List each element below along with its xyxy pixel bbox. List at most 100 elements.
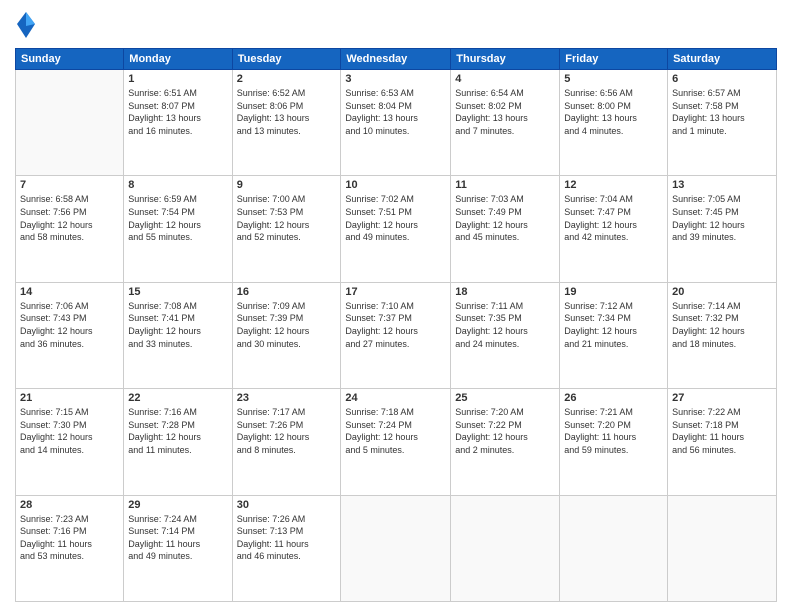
calendar-week-row: 21 Sunrise: 7:15 AMSunset: 7:30 PMDayligh… [16, 389, 777, 495]
day-of-week-header: Tuesday [232, 49, 341, 70]
calendar-cell: 13Sunrise: 7:05 AMSunset: 7:45 PMDayligh… [668, 176, 777, 282]
day-number: 23 [237, 392, 337, 404]
calendar-cell: 20 Sunrise: 7:14 AMSunset: 7:32 PMDayligh… [668, 282, 777, 388]
day-number: 25 [455, 392, 555, 404]
day-info: Sunrise: 7:02 AMSunset: 7:51 PMDaylight:… [345, 193, 446, 243]
calendar-cell: 1Sunrise: 6:51 AMSunset: 8:07 PMDaylight… [124, 70, 232, 176]
calendar-cell: 3 Sunrise: 6:53 AMSunset: 8:04 PMDaylight… [341, 70, 451, 176]
day-number: 9 [237, 179, 337, 191]
day-of-week-header: Sunday [16, 49, 124, 70]
calendar-cell: 15 Sunrise: 7:08 AMSunset: 7:41 PMDayligh… [124, 282, 232, 388]
day-number: 27 [672, 392, 772, 404]
logo [15, 10, 41, 40]
day-number: 6 [672, 73, 772, 85]
calendar-cell [341, 495, 451, 601]
calendar-cell: 4 Sunrise: 6:54 AMSunset: 8:02 PMDaylight… [451, 70, 560, 176]
calendar-cell: 21 Sunrise: 7:15 AMSunset: 7:30 PMDayligh… [16, 389, 124, 495]
calendar-cell: 29 Sunrise: 7:24 AMSunset: 7:14 PMDayligh… [124, 495, 232, 601]
calendar-cell: 22Sunrise: 7:16 AMSunset: 7:28 PMDayligh… [124, 389, 232, 495]
day-info: Sunrise: 6:58 AMSunset: 7:56 PMDaylight:… [20, 193, 119, 243]
day-of-week-header: Thursday [451, 49, 560, 70]
day-info: Sunrise: 6:56 AMSunset: 8:00 PMDaylight:… [564, 87, 663, 137]
calendar-cell: 26Sunrise: 7:21 AMSunset: 7:20 PMDayligh… [560, 389, 668, 495]
day-number: 8 [128, 179, 227, 191]
day-of-week-header: Wednesday [341, 49, 451, 70]
calendar-cell: 18 Sunrise: 7:11 AMSunset: 7:35 PMDayligh… [451, 282, 560, 388]
day-info: Sunrise: 7:12 AMSunset: 7:34 PMDaylight:… [564, 300, 663, 350]
day-number: 17 [345, 286, 446, 298]
day-info: Sunrise: 6:57 AMSunset: 7:58 PMDaylight:… [672, 87, 772, 137]
day-info: Sunrise: 7:03 AMSunset: 7:49 PMDaylight:… [455, 193, 555, 243]
calendar-cell: 25 Sunrise: 7:20 AMSunset: 7:22 PMDayligh… [451, 389, 560, 495]
calendar-cell: 11Sunrise: 7:03 AMSunset: 7:49 PMDayligh… [451, 176, 560, 282]
calendar-cell: 5 Sunrise: 6:56 AMSunset: 8:00 PMDaylight… [560, 70, 668, 176]
calendar-week-row: 7 Sunrise: 6:58 AMSunset: 7:56 PMDaylight… [16, 176, 777, 282]
day-info: Sunrise: 6:52 AMSunset: 8:06 PMDaylight:… [237, 87, 337, 137]
calendar-cell: 10 Sunrise: 7:02 AMSunset: 7:51 PMDayligh… [341, 176, 451, 282]
day-of-week-header: Saturday [668, 49, 777, 70]
day-number: 10 [345, 179, 446, 191]
day-info: Sunrise: 7:04 AMSunset: 7:47 PMDaylight:… [564, 193, 663, 243]
day-of-week-header: Friday [560, 49, 668, 70]
day-number: 21 [20, 392, 119, 404]
day-info: Sunrise: 7:10 AMSunset: 7:37 PMDaylight:… [345, 300, 446, 350]
calendar-cell: 27 Sunrise: 7:22 AMSunset: 7:18 PMDayligh… [668, 389, 777, 495]
day-number: 7 [20, 179, 119, 191]
calendar-cell: 9 Sunrise: 7:00 AMSunset: 7:53 PMDaylight… [232, 176, 341, 282]
calendar-cell: 14Sunrise: 7:06 AMSunset: 7:43 PMDayligh… [16, 282, 124, 388]
day-of-week-header: Monday [124, 49, 232, 70]
calendar-cell: 12 Sunrise: 7:04 AMSunset: 7:47 PMDayligh… [560, 176, 668, 282]
day-number: 5 [564, 73, 663, 85]
day-info: Sunrise: 7:08 AMSunset: 7:41 PMDaylight:… [128, 300, 227, 350]
day-number: 20 [672, 286, 772, 298]
calendar-cell: 24Sunrise: 7:18 AMSunset: 7:24 PMDayligh… [341, 389, 451, 495]
day-number: 28 [20, 499, 119, 511]
day-info: Sunrise: 7:24 AMSunset: 7:14 PMDaylight:… [128, 513, 227, 563]
day-number: 2 [237, 73, 337, 85]
day-info: Sunrise: 7:15 AMSunset: 7:30 PMDaylight:… [20, 406, 119, 456]
day-info: Sunrise: 7:11 AMSunset: 7:35 PMDaylight:… [455, 300, 555, 350]
day-number: 15 [128, 286, 227, 298]
day-info: Sunrise: 6:59 AMSunset: 7:54 PMDaylight:… [128, 193, 227, 243]
calendar-cell [16, 70, 124, 176]
calendar-cell [560, 495, 668, 601]
day-number: 19 [564, 286, 663, 298]
day-info: Sunrise: 6:53 AMSunset: 8:04 PMDaylight:… [345, 87, 446, 137]
logo-icon [15, 10, 37, 40]
day-number: 1 [128, 73, 227, 85]
day-number: 4 [455, 73, 555, 85]
calendar-cell: 2 Sunrise: 6:52 AMSunset: 8:06 PMDaylight… [232, 70, 341, 176]
calendar-week-row: 28 Sunrise: 7:23 AMSunset: 7:16 PMDayligh… [16, 495, 777, 601]
calendar-week-row: 14Sunrise: 7:06 AMSunset: 7:43 PMDayligh… [16, 282, 777, 388]
day-number: 29 [128, 499, 227, 511]
day-info: Sunrise: 7:14 AMSunset: 7:32 PMDaylight:… [672, 300, 772, 350]
day-info: Sunrise: 7:00 AMSunset: 7:53 PMDaylight:… [237, 193, 337, 243]
calendar-body: 1Sunrise: 6:51 AMSunset: 8:07 PMDaylight… [16, 70, 777, 602]
day-info: Sunrise: 7:17 AMSunset: 7:26 PMDaylight:… [237, 406, 337, 456]
calendar-cell: 16 Sunrise: 7:09 AMSunset: 7:39 PMDayligh… [232, 282, 341, 388]
day-number: 3 [345, 73, 446, 85]
calendar: SundayMondayTuesdayWednesdayThursdayFrid… [15, 48, 777, 602]
day-number: 30 [237, 499, 337, 511]
day-info: Sunrise: 7:05 AMSunset: 7:45 PMDaylight:… [672, 193, 772, 243]
day-info: Sunrise: 7:22 AMSunset: 7:18 PMDaylight:… [672, 406, 772, 456]
day-info: Sunrise: 7:09 AMSunset: 7:39 PMDaylight:… [237, 300, 337, 350]
day-info: Sunrise: 7:20 AMSunset: 7:22 PMDaylight:… [455, 406, 555, 456]
calendar-header-row: SundayMondayTuesdayWednesdayThursdayFrid… [16, 49, 777, 70]
calendar-cell: 17 Sunrise: 7:10 AMSunset: 7:37 PMDayligh… [341, 282, 451, 388]
day-number: 24 [345, 392, 446, 404]
day-number: 16 [237, 286, 337, 298]
calendar-cell: 6 Sunrise: 6:57 AMSunset: 7:58 PMDaylight… [668, 70, 777, 176]
day-info: Sunrise: 6:54 AMSunset: 8:02 PMDaylight:… [455, 87, 555, 137]
day-number: 12 [564, 179, 663, 191]
day-number: 22 [128, 392, 227, 404]
day-info: Sunrise: 7:26 AMSunset: 7:13 PMDaylight:… [237, 513, 337, 563]
day-number: 14 [20, 286, 119, 298]
calendar-cell: 7 Sunrise: 6:58 AMSunset: 7:56 PMDaylight… [16, 176, 124, 282]
calendar-cell: 30 Sunrise: 7:26 AMSunset: 7:13 PMDayligh… [232, 495, 341, 601]
calendar-cell [668, 495, 777, 601]
day-info: Sunrise: 7:23 AMSunset: 7:16 PMDaylight:… [20, 513, 119, 563]
day-number: 18 [455, 286, 555, 298]
calendar-cell: 19 Sunrise: 7:12 AMSunset: 7:34 PMDayligh… [560, 282, 668, 388]
calendar-cell: 28 Sunrise: 7:23 AMSunset: 7:16 PMDayligh… [16, 495, 124, 601]
